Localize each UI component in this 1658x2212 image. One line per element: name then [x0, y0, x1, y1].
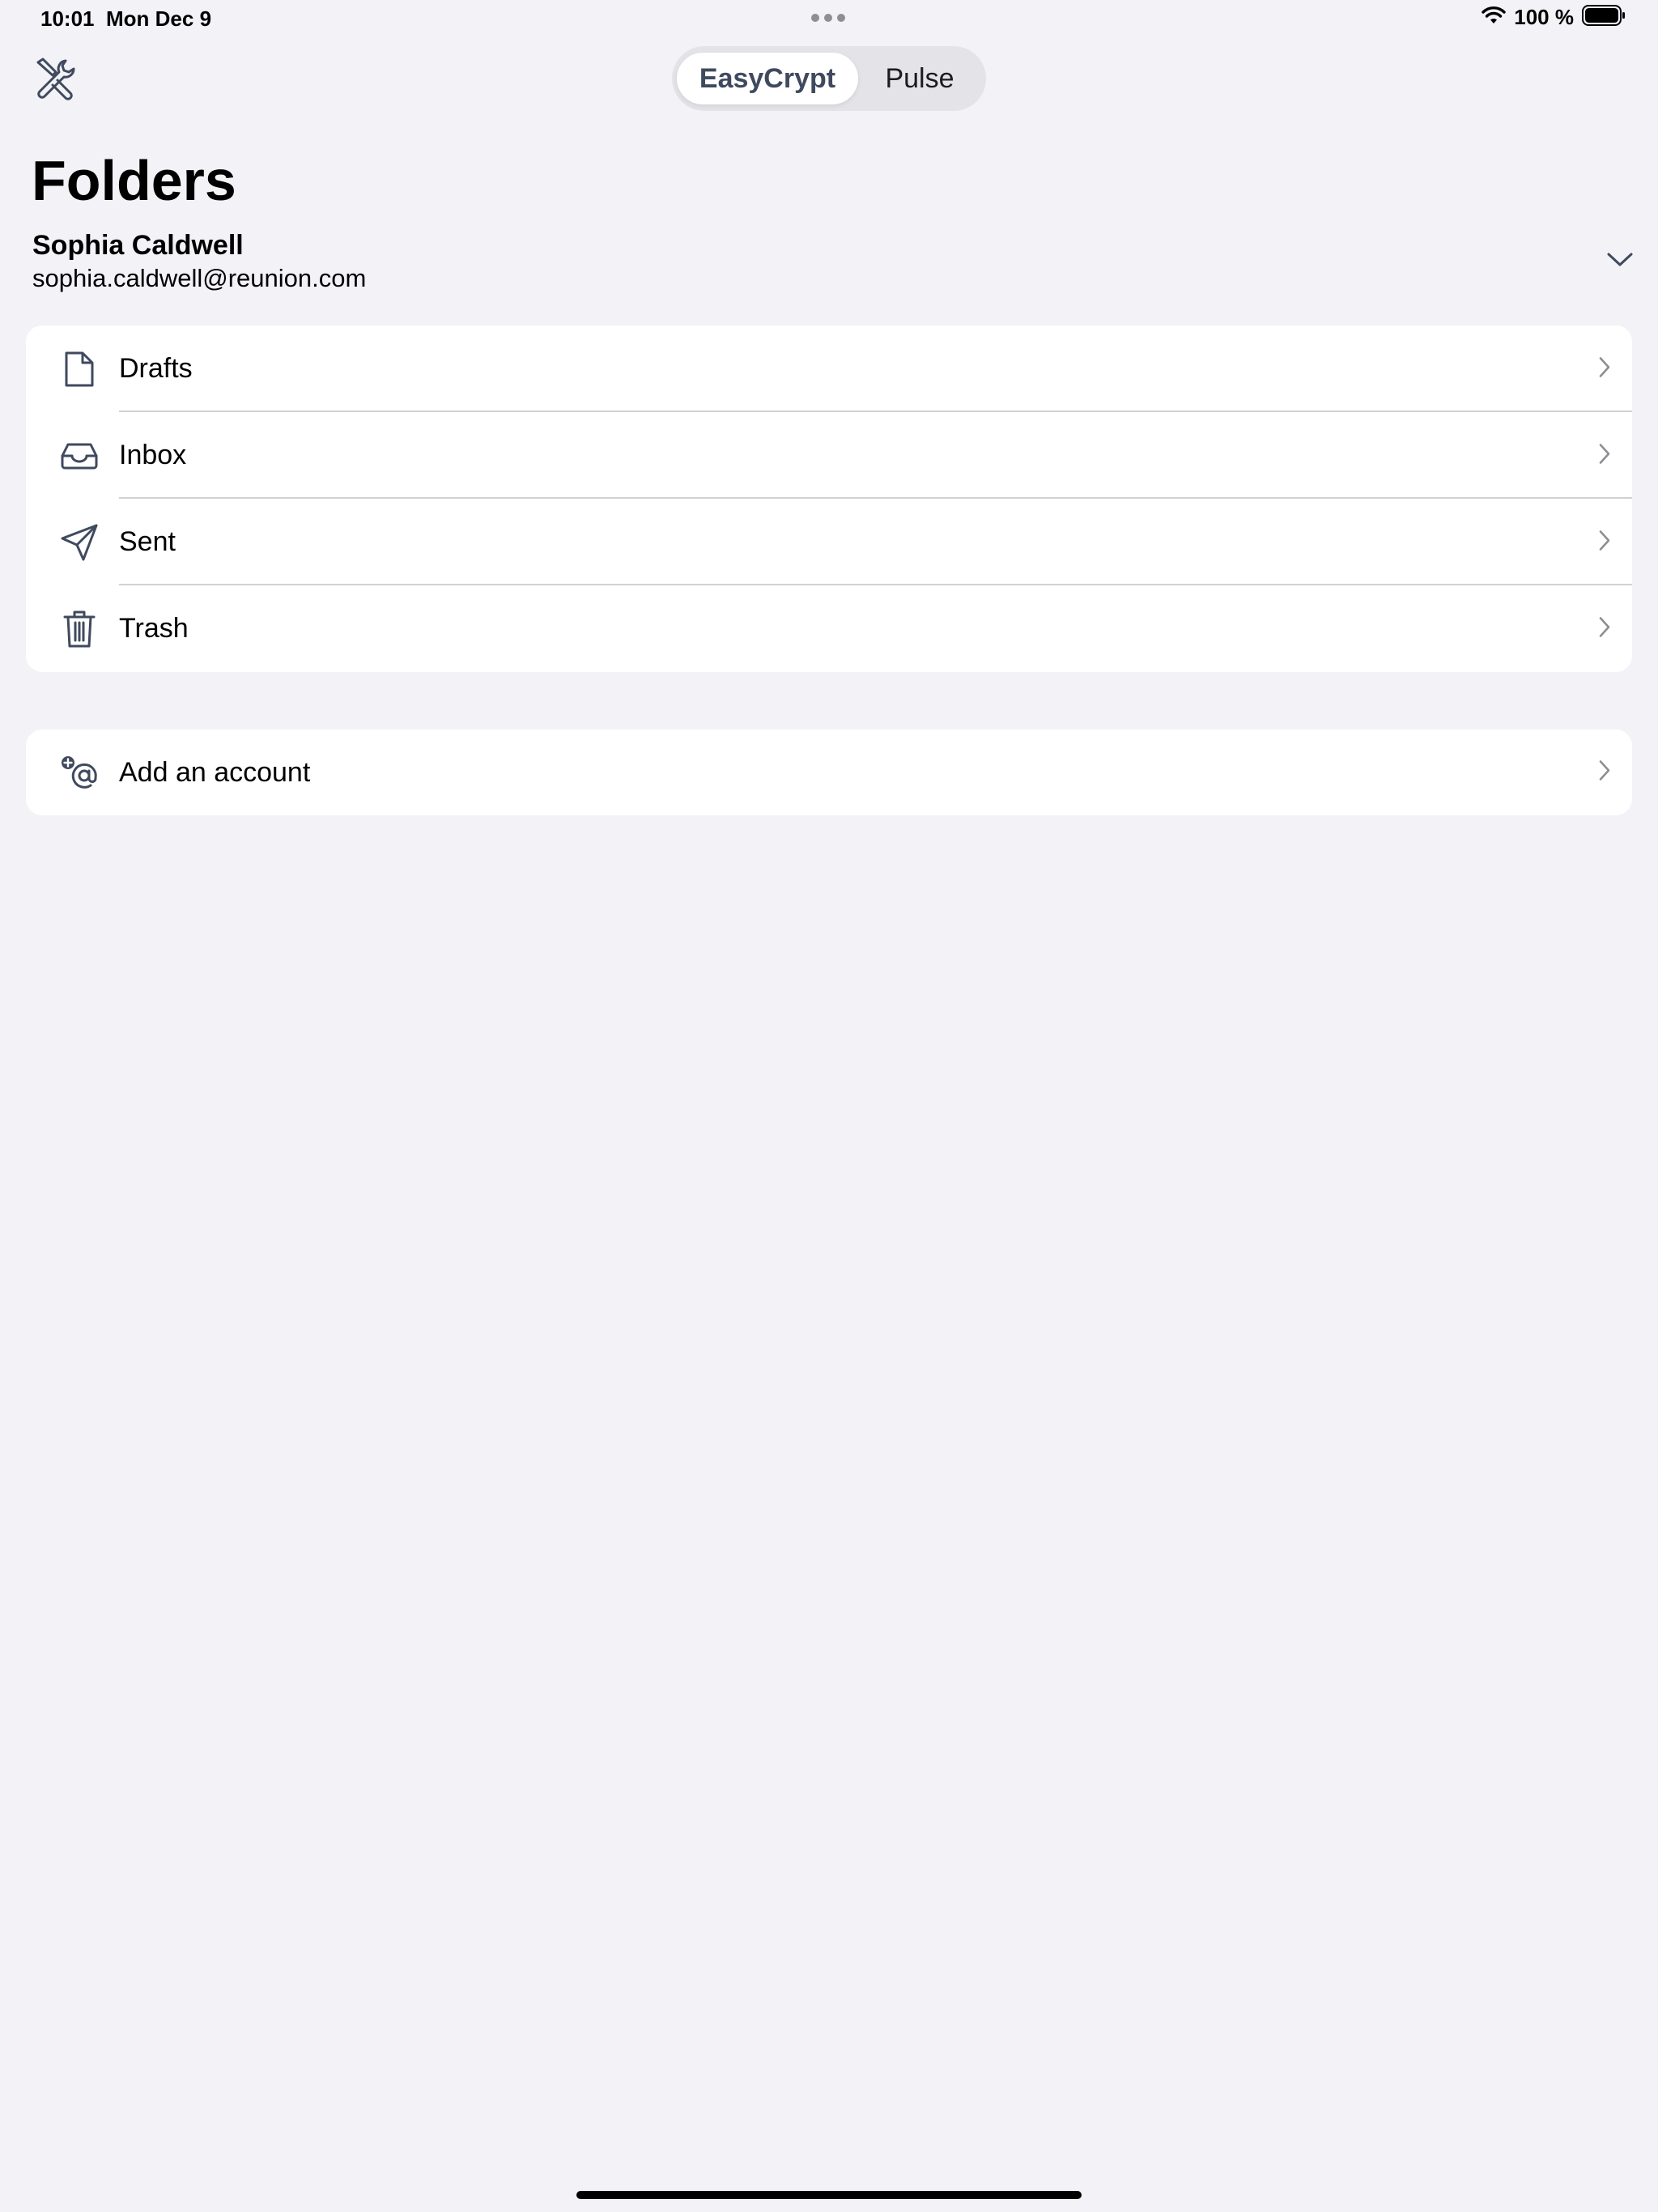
chevron-down-icon[interactable]	[1606, 251, 1634, 273]
tools-button[interactable]	[32, 57, 79, 104]
document-icon	[55, 345, 104, 393]
folder-label: Inbox	[119, 440, 187, 470]
page-title: Folders	[32, 149, 236, 212]
multitasking-dots-icon[interactable]	[811, 14, 845, 22]
tools-icon	[33, 56, 79, 105]
chevron-right-icon	[1598, 615, 1611, 642]
chevron-right-icon	[1598, 529, 1611, 555]
battery-icon	[1582, 5, 1626, 30]
folders-list: Drafts Inbox Sent Trash	[26, 325, 1632, 672]
status-indicators: 100 %	[1482, 5, 1626, 30]
battery-percentage: 100 %	[1514, 5, 1574, 29]
trash-icon	[55, 605, 104, 653]
home-indicator[interactable]	[576, 2191, 1082, 2199]
folder-label: Trash	[119, 613, 189, 644]
account-switcher[interactable]: Sophia Caldwell sophia.caldwell@reunion.…	[0, 227, 1658, 300]
folder-row-drafts[interactable]: Drafts	[26, 325, 1632, 412]
chevron-right-icon	[1598, 759, 1611, 786]
account-name: Sophia Caldwell	[32, 230, 244, 261]
wifi-icon	[1482, 6, 1506, 29]
chevron-right-icon	[1598, 442, 1611, 469]
segment-pulse[interactable]: Pulse	[858, 53, 981, 104]
status-bar: 10:01 Mon Dec 9 100 %	[0, 0, 1658, 39]
folder-row-sent[interactable]: Sent	[26, 499, 1632, 585]
segment-easycrypt[interactable]: EasyCrypt	[677, 53, 858, 104]
add-at-icon	[55, 748, 104, 797]
account-email: sophia.caldwell@reunion.com	[32, 264, 367, 292]
status-date: Mon Dec 9	[106, 6, 212, 31]
folder-label: Drafts	[119, 353, 193, 384]
folder-row-inbox[interactable]: Inbox	[26, 412, 1632, 499]
chevron-right-icon	[1598, 355, 1611, 382]
folder-label: Sent	[119, 526, 176, 557]
add-account-row[interactable]: Add an account	[26, 730, 1632, 815]
add-account-list: Add an account	[26, 730, 1632, 815]
account-segmented-control[interactable]: EasyCrypt Pulse	[672, 46, 986, 111]
paper-plane-icon	[55, 518, 104, 567]
inbox-tray-icon	[55, 432, 104, 480]
folder-row-trash[interactable]: Trash	[26, 585, 1632, 672]
add-account-label: Add an account	[119, 756, 311, 788]
status-time: 10:01	[40, 6, 95, 31]
